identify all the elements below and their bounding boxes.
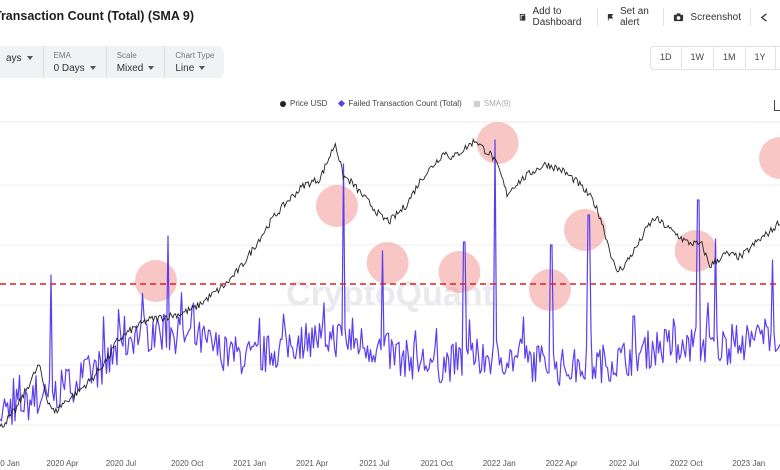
x-tick-label: 2022 Oct <box>670 459 703 468</box>
highlight-circle-6 <box>564 209 606 251</box>
x-tick-label: 2022 Jul <box>609 459 639 468</box>
highlight-circle-2 <box>366 242 409 284</box>
highlight-circle-8 <box>759 137 780 179</box>
x-tick-label: 2021 Jan <box>233 459 266 468</box>
x-tick-label: 2021 Apr <box>296 459 328 468</box>
x-tick-label: 2022 Apr <box>546 459 578 468</box>
highlight-circle-3 <box>438 251 481 293</box>
highlight-circle-4 <box>476 122 519 164</box>
highlight-circle-1 <box>315 185 358 227</box>
highlight-circle-0 <box>135 260 177 302</box>
x-tick-label: 2020 Apr <box>46 459 78 468</box>
x-tick-label: 2022 Jan <box>483 459 516 468</box>
x-tick-label: 2021 Oct <box>421 459 454 468</box>
x-tick-label: 2023 Jan <box>732 459 765 468</box>
x-tick-label: 20 Jan <box>0 459 20 468</box>
x-tick-label: 2020 Oct <box>171 459 204 468</box>
chart-plot: CryptoQuant20 Jan2020 Apr2020 Jul2020 Oc… <box>0 121 780 468</box>
x-tick-label: 2020 Jul <box>106 459 136 468</box>
x-tick-label: 2021 Jul <box>359 459 389 468</box>
